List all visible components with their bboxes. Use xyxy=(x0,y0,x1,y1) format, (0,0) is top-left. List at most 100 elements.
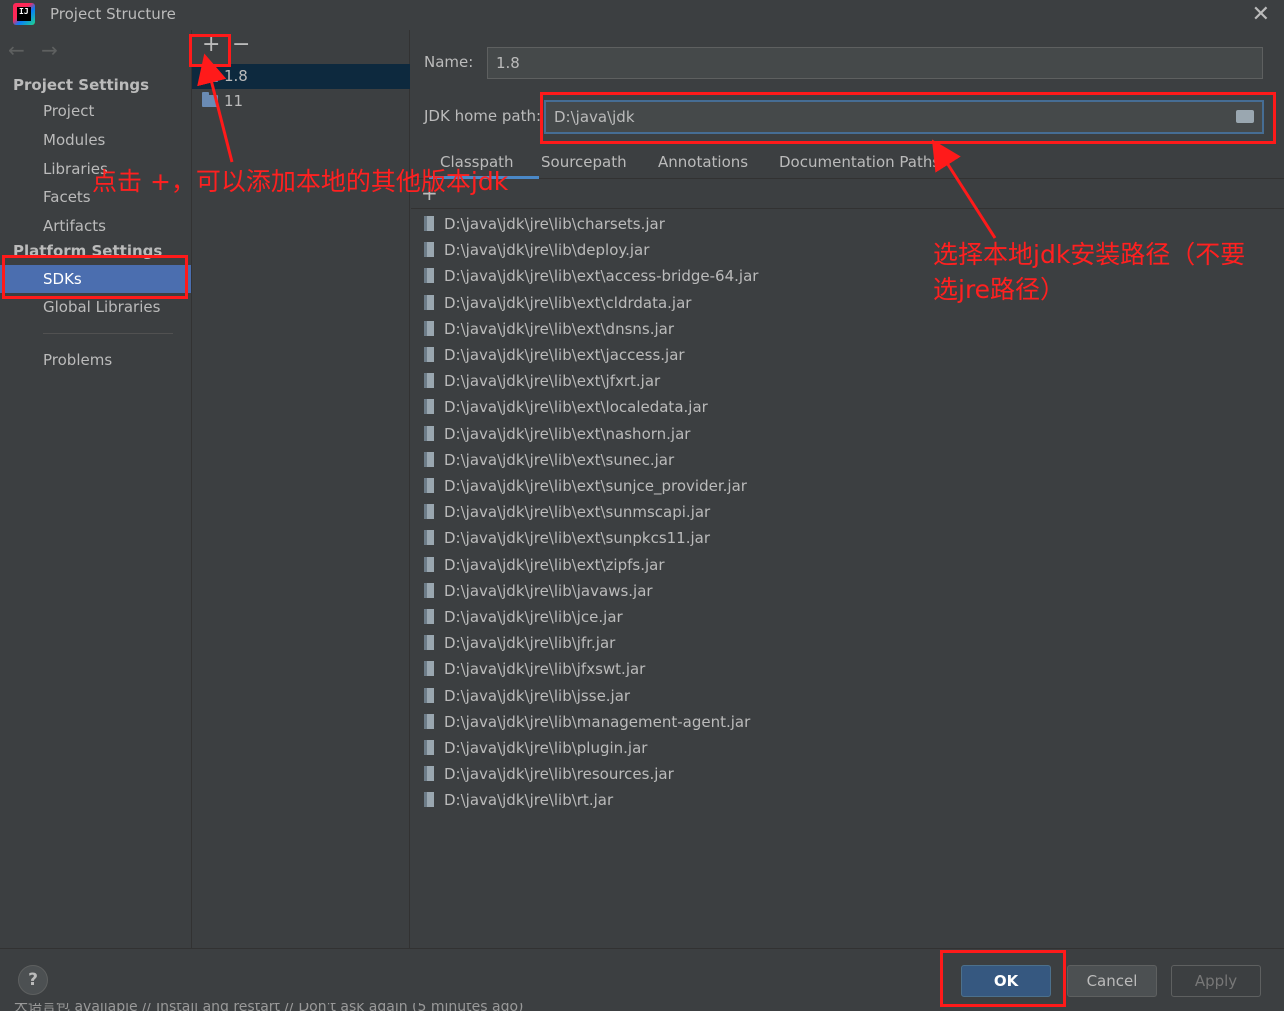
classpath-entry[interactable]: D:\java\jdk\jre\lib\ext\localedata.jar xyxy=(411,394,708,420)
classpath-entry-label: D:\java\jdk\jre\lib\ext\dnsns.jar xyxy=(444,319,675,338)
classpath-entry-label: D:\java\jdk\jre\lib\resources.jar xyxy=(444,765,674,784)
jar-file-icon xyxy=(424,451,434,467)
classpath-entry[interactable]: D:\java\jdk\jre\lib\ext\jfxrt.jar xyxy=(411,368,660,394)
annotation-text-path-line1: 选择本地jdk安装路径（不要 xyxy=(933,240,1246,269)
sidebar-item-global-libraries[interactable]: Global Libraries xyxy=(43,298,160,316)
sidebar-item-project[interactable]: Project xyxy=(43,102,94,120)
sidebar-divider xyxy=(43,333,173,334)
classpath-entry-label: D:\java\jdk\jre\lib\ext\jaccess.jar xyxy=(444,346,685,364)
sidebar-item-artifacts[interactable]: Artifacts xyxy=(43,217,106,235)
classpath-entry[interactable]: D:\java\jdk\jre\lib\jfxswt.jar xyxy=(411,656,645,682)
classpath-entry-label: D:\java\jdk\jre\lib\jce.jar xyxy=(444,608,623,626)
classpath-entry[interactable]: D:\java\jdk\jre\lib\management-agent.jar xyxy=(411,709,750,735)
jar-file-icon xyxy=(424,766,434,782)
classpath-entry[interactable]: D:\java\jdk\jre\lib\ext\nashorn.jar xyxy=(411,421,690,447)
jar-file-icon xyxy=(424,268,434,284)
cancel-button[interactable]: Cancel xyxy=(1067,965,1157,997)
close-icon[interactable]: ✕ xyxy=(1252,2,1270,27)
classpath-entry[interactable]: D:\java\jdk\jre\lib\jsse.jar xyxy=(411,683,630,709)
jar-file-icon xyxy=(424,216,434,231)
classpath-entry-label: D:\java\jdk\jre\lib\jsse.jar xyxy=(444,686,631,705)
classpath-entry-label: D:\java\jdk\jre\lib\ext\jfxrt.jar xyxy=(444,372,661,391)
classpath-entry-label: D:\java\jdk\jre\lib\ext\sunjce_provider.… xyxy=(444,477,747,495)
sdk-list-item[interactable]: 1.8 xyxy=(192,64,410,89)
classpath-entry[interactable]: D:\java\jdk\jre\lib\ext\sunpkcs11.jar xyxy=(411,525,710,551)
classpath-entry[interactable]: D:\java\jdk\jre\lib\ext\access-bridge-64… xyxy=(411,263,758,289)
jar-file-icon xyxy=(424,792,434,808)
jar-file-icon xyxy=(424,294,434,310)
classpath-entry-label: D:\java\jdk\jre\lib\ext\sunec.jar xyxy=(444,450,675,469)
remove-sdk-button[interactable]: − xyxy=(232,32,250,57)
sidebar-item-modules[interactable]: Modules xyxy=(43,131,105,149)
jar-file-icon xyxy=(424,582,434,598)
classpath-entry[interactable]: D:\java\jdk\jre\lib\jfr.jar xyxy=(411,630,615,656)
classpath-entry-label: D:\java\jdk\jre\lib\deploy.jar xyxy=(444,241,650,260)
name-label: Name: xyxy=(424,53,474,71)
dialog-footer: ? OK Cancel Apply xyxy=(0,948,1284,1011)
jar-file-icon xyxy=(424,609,434,624)
annotation-box-ok xyxy=(940,950,1066,1007)
annotation-box-sdks xyxy=(2,255,188,299)
sidebar-item-problems[interactable]: Problems xyxy=(43,351,112,369)
jar-file-icon xyxy=(424,530,434,546)
classpath-entry-label: D:\java\jdk\jre\lib\management-agent.jar xyxy=(444,712,751,731)
classpath-entry[interactable]: D:\java\jdk\jre\lib\ext\sunmscapi.jar xyxy=(411,499,710,525)
sdk-item-label: 1.8 xyxy=(224,67,248,85)
sidebar-item-facets[interactable]: Facets xyxy=(43,188,91,206)
help-button[interactable]: ? xyxy=(18,965,48,995)
annotation-box-jdk-path xyxy=(540,92,1276,144)
classpath-entry[interactable]: D:\java\jdk\jre\lib\charsets.jar xyxy=(411,211,665,237)
classpath-entry-label: D:\java\jdk\jre\lib\ext\zipfs.jar xyxy=(444,555,665,574)
name-field[interactable]: 1.8 xyxy=(487,47,1263,79)
classpath-entry[interactable]: D:\java\jdk\jre\lib\resources.jar xyxy=(411,761,674,787)
jar-file-icon xyxy=(424,661,434,677)
jdk-home-path-label: JDK home path: xyxy=(424,107,542,125)
classpath-entry-label: D:\java\jdk\jre\lib\ext\sunmscapi.jar xyxy=(444,503,711,522)
jar-file-icon xyxy=(424,504,434,520)
status-bar-text: 大语言包 available // Install and restart //… xyxy=(14,1003,524,1011)
project-settings-header: Project Settings xyxy=(13,76,150,94)
classpath-entry[interactable]: D:\java\jdk\jre\lib\ext\dnsns.jar xyxy=(411,316,674,342)
classpath-entry[interactable]: D:\java\jdk\jre\lib\ext\sunec.jar xyxy=(411,447,674,473)
jdk-folder-icon xyxy=(202,92,218,107)
window-title: Project Structure xyxy=(50,5,176,23)
sdk-detail-panel: Name: 1.8 JDK home path: D:\java\jdk Cla… xyxy=(411,30,1284,948)
classpath-entry[interactable]: D:\java\jdk\jre\lib\ext\cldrdata.jar xyxy=(411,290,691,316)
sdk-list-item[interactable]: 11 xyxy=(192,89,410,114)
classpath-entry[interactable]: D:\java\jdk\jre\lib\ext\zipfs.jar xyxy=(411,552,665,578)
annotation-box-add xyxy=(189,34,231,67)
classpath-entry-label: D:\java\jdk\jre\lib\charsets.jar xyxy=(444,215,665,233)
classpath-entry[interactable]: D:\java\jdk\jre\lib\plugin.jar xyxy=(411,735,647,761)
apply-button[interactable]: Apply xyxy=(1171,965,1261,997)
jar-file-icon xyxy=(424,347,434,362)
annotation-text-path-line2: 选jre路径） xyxy=(933,275,1066,304)
sdk-item-label: 11 xyxy=(224,92,244,110)
classpath-entry-label: D:\java\jdk\jre\lib\ext\localedata.jar xyxy=(444,398,708,417)
classpath-entry[interactable]: D:\java\jdk\jre\lib\jce.jar xyxy=(411,604,623,630)
classpath-entry-label: D:\java\jdk\jre\lib\ext\nashorn.jar xyxy=(444,424,691,443)
classpath-entry[interactable]: D:\java\jdk\jre\lib\javaws.jar xyxy=(411,578,653,604)
jar-file-icon xyxy=(424,713,434,729)
classpath-entry[interactable]: D:\java\jdk\jre\lib\ext\sunjce_provider.… xyxy=(411,473,747,499)
jar-file-icon xyxy=(424,635,434,651)
annotation-text-add: 点击 +，可以添加本地的其他版本jdk xyxy=(92,167,509,196)
classpath-entry-label: D:\java\jdk\jre\lib\rt.jar xyxy=(444,791,614,810)
jar-file-icon xyxy=(424,373,434,389)
tab-sourcepath[interactable]: Sourcepath xyxy=(541,153,627,171)
classpath-entry-label: D:\java\jdk\jre\lib\plugin.jar xyxy=(444,739,648,757)
jar-file-icon xyxy=(424,687,434,703)
classpath-entry[interactable]: D:\java\jdk\jre\lib\deploy.jar xyxy=(411,237,649,263)
forward-arrow-icon[interactable]: → xyxy=(41,38,58,62)
classpath-entry[interactable]: D:\java\jdk\jre\lib\rt.jar xyxy=(411,787,613,813)
jar-file-icon xyxy=(424,320,434,336)
classpath-entry-label: D:\java\jdk\jre\lib\ext\access-bridge-64… xyxy=(444,267,759,286)
classpath-entry-label: D:\java\jdk\jre\lib\javaws.jar xyxy=(444,581,653,600)
tab-documentation-paths[interactable]: Documentation Paths xyxy=(779,153,940,171)
jar-file-icon xyxy=(424,740,434,755)
back-arrow-icon[interactable]: ← xyxy=(8,38,25,62)
jar-file-icon xyxy=(424,425,434,441)
classpath-entry-label: D:\java\jdk\jre\lib\ext\cldrdata.jar xyxy=(444,293,692,312)
classpath-entry[interactable]: D:\java\jdk\jre\lib\ext\jaccess.jar xyxy=(411,342,685,368)
jar-file-icon xyxy=(424,556,434,572)
tab-annotations[interactable]: Annotations xyxy=(658,153,748,171)
